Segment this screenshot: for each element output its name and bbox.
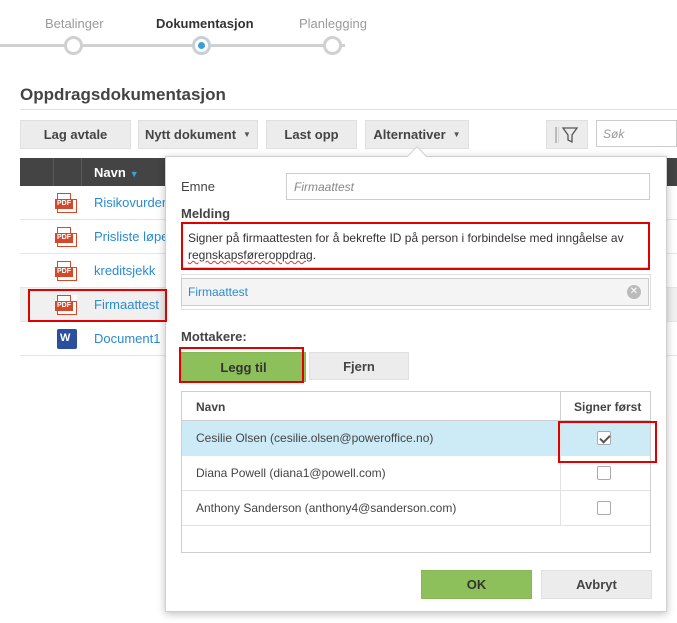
emne-input[interactable] xyxy=(286,173,650,200)
recipients-header: Navn Signer først xyxy=(182,392,650,421)
nytt-dokument-button[interactable]: Nytt dokument ▼ xyxy=(138,120,258,149)
column-divider xyxy=(560,491,561,526)
file-link[interactable]: Prisliste løpen xyxy=(94,229,176,244)
file-link[interactable]: kreditsjekk xyxy=(94,263,155,278)
step-dokumentasjon-node[interactable] xyxy=(192,36,211,55)
filter-button[interactable] xyxy=(546,120,588,149)
recipient-name: Anthony Sanderson (anthony4@sanderson.co… xyxy=(196,501,457,515)
stepper-track xyxy=(0,44,345,47)
recipient-row[interactable]: Diana Powell (diana1@powell.com) xyxy=(182,456,650,491)
column-divider xyxy=(560,421,561,456)
message-misspelled-word: regnskapsføreroppdrag xyxy=(188,248,313,262)
column-divider xyxy=(560,456,561,491)
sign-first-checkbox[interactable] xyxy=(597,501,611,515)
legg-til-label: Legg til xyxy=(220,359,267,375)
recipients-column-navn[interactable]: Navn xyxy=(196,400,225,414)
cancel-button[interactable]: Avbryt xyxy=(541,570,652,599)
ok-button[interactable]: OK xyxy=(421,570,532,599)
alternativer-label: Alternativer xyxy=(373,127,446,142)
last-opp-label: Last opp xyxy=(284,127,339,142)
pdf-icon: PDF xyxy=(55,227,77,247)
clear-icon[interactable]: ✕ xyxy=(627,285,641,299)
message-end: . xyxy=(312,248,317,262)
column-header-navn[interactable]: Navn ▼ xyxy=(94,165,139,180)
sign-first-checkbox[interactable] xyxy=(597,466,611,480)
header-divider xyxy=(53,158,54,186)
column-header-navn-label: Navn xyxy=(94,165,126,180)
add-recipient-button[interactable]: Legg til xyxy=(181,352,306,382)
emne-label: Emne xyxy=(181,179,215,194)
recipient-row[interactable]: Cesilie Olsen (cesilie.olsen@poweroffice… xyxy=(182,421,650,456)
nytt-dokument-label: Nytt dokument xyxy=(145,127,237,142)
chevron-down-icon: ▼ xyxy=(243,130,251,139)
remove-recipient-button[interactable]: Fjern xyxy=(309,352,409,380)
page-title: Oppdragsdokumentasjon xyxy=(20,85,226,104)
message-textarea[interactable]: Signer på firmaattesten for å bekrefte I… xyxy=(181,222,649,268)
recipients-table: Navn Signer først Cesilie Olsen (cesilie… xyxy=(181,391,651,553)
message-text: Signer på firmaattesten for å bekrefte I… xyxy=(188,231,624,245)
pdf-icon: PDF xyxy=(55,193,77,213)
file-link[interactable]: Firmaattest xyxy=(94,297,159,312)
lag-avtale-button[interactable]: Lag avtale xyxy=(20,120,131,149)
step-planlegging-node[interactable] xyxy=(323,36,342,55)
attachment-tag: Firmaattest xyxy=(188,285,249,299)
alternativer-button[interactable]: Alternativer ▼ xyxy=(365,120,469,149)
fjern-label: Fjern xyxy=(343,358,375,374)
title-divider xyxy=(20,109,677,110)
ok-label: OK xyxy=(466,577,487,592)
word-icon: W xyxy=(57,329,77,349)
send-for-signing-dialog: Emne Melding Signer på firmaattesten for… xyxy=(165,156,667,612)
recipient-row[interactable]: Anthony Sanderson (anthony4@sanderson.co… xyxy=(182,491,650,526)
pdf-icon-label: PDF xyxy=(55,301,73,311)
pdf-icon-label: PDF xyxy=(55,233,73,243)
pdf-icon: PDF xyxy=(55,261,77,281)
melding-label: Melding xyxy=(181,206,231,221)
step-dokumentasjon-label[interactable]: Dokumentasjon xyxy=(156,16,254,31)
recipient-name: Cesilie Olsen (cesilie.olsen@poweroffice… xyxy=(196,431,434,445)
lag-avtale-label: Lag avtale xyxy=(43,127,108,142)
file-link[interactable]: Document1 xyxy=(94,331,160,346)
search-input[interactable] xyxy=(596,120,677,147)
recipient-name: Diana Powell (diana1@powell.com) xyxy=(196,466,386,480)
sort-desc-icon: ▼ xyxy=(129,169,139,179)
chevron-down-icon: ▼ xyxy=(452,130,461,139)
word-icon-label: W xyxy=(60,332,71,344)
pdf-icon-label: PDF xyxy=(55,267,73,277)
header-divider xyxy=(81,158,82,186)
column-divider xyxy=(560,392,561,421)
pdf-icon: PDF xyxy=(55,295,77,315)
avbryt-label: Avbryt xyxy=(576,577,617,592)
step-planlegging-label[interactable]: Planlegging xyxy=(299,16,367,31)
step-betalinger-label[interactable]: Betalinger xyxy=(45,16,104,31)
sign-first-checkbox[interactable] xyxy=(597,431,611,445)
filter-icon xyxy=(555,126,579,143)
step-betalinger-node[interactable] xyxy=(64,36,83,55)
recipients-column-signer-forst[interactable]: Signer først xyxy=(574,400,641,414)
mottakere-label: Mottakere: xyxy=(181,329,247,344)
pdf-icon-label: PDF xyxy=(55,199,73,209)
attachment-field[interactable]: Firmaattest ✕ xyxy=(181,278,649,306)
last-opp-button[interactable]: Last opp xyxy=(266,120,357,149)
